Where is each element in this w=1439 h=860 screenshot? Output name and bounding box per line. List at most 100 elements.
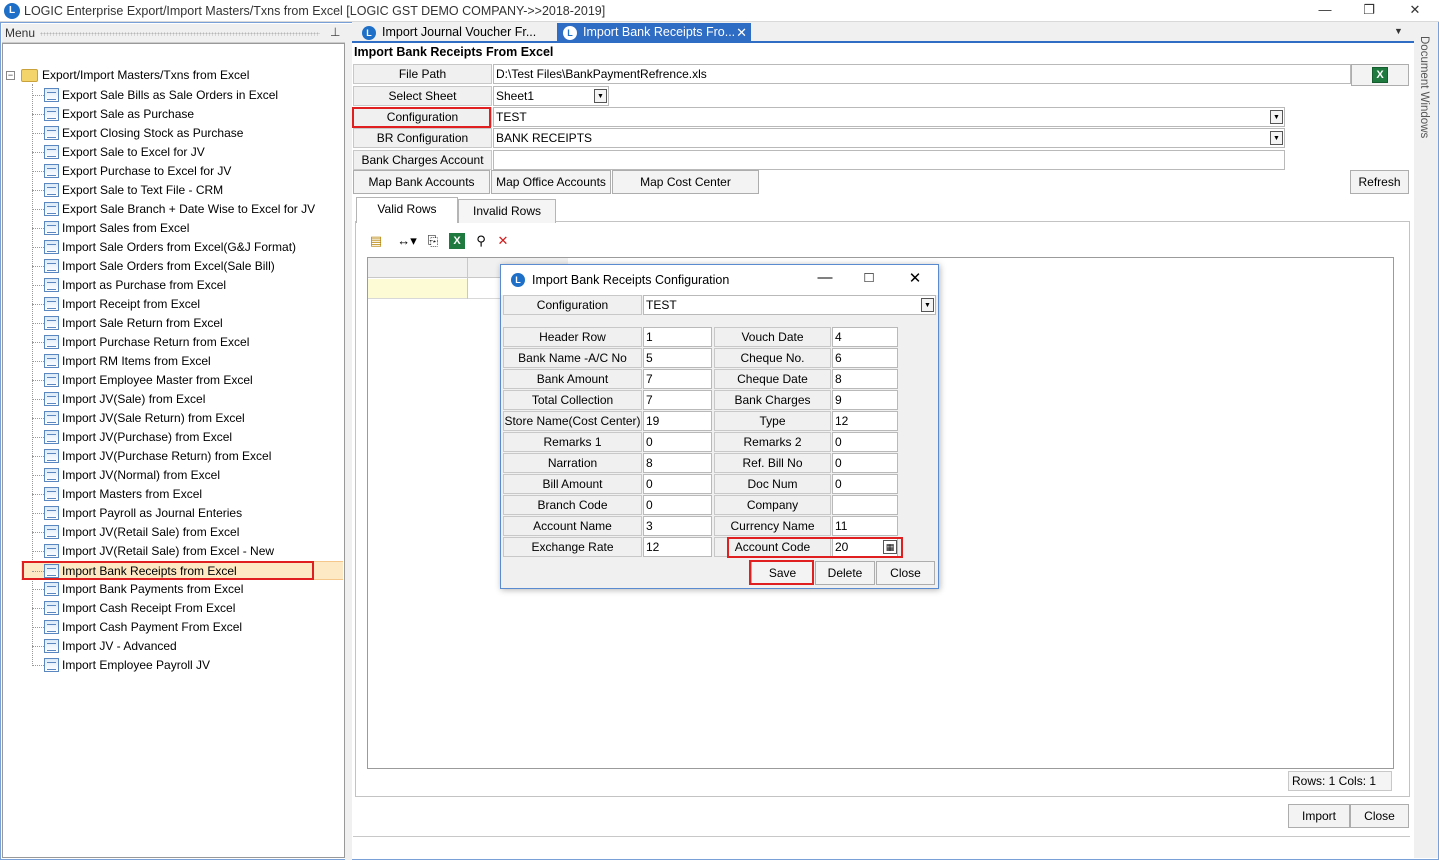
dialog-field-input[interactable]: 0: [832, 432, 898, 452]
tree-menu-item[interactable]: Import JV(Sale Return) from Excel: [21, 409, 343, 428]
dialog-minimize-button[interactable]: —: [810, 269, 840, 286]
restore-button[interactable]: ❐: [1347, 0, 1391, 22]
tab-import-journal-voucher[interactable]: L Import Journal Voucher Fr...: [356, 23, 558, 43]
copy-icon[interactable]: ⎘: [425, 233, 441, 249]
dialog-field-input[interactable]: 3: [643, 516, 712, 536]
map-office-accounts-button[interactable]: Map Office Accounts: [491, 170, 611, 194]
collapse-toggle-icon[interactable]: −: [6, 71, 15, 80]
chevron-down-icon[interactable]: ▼: [1270, 110, 1283, 124]
map-cost-center-button[interactable]: Map Cost Center: [612, 170, 759, 194]
dialog-field-input[interactable]: 8: [643, 453, 712, 473]
tab-import-bank-receipts[interactable]: L Import Bank Receipts Fro... ✕: [557, 23, 751, 43]
select-sheet-dropdown[interactable]: Sheet1 ▼: [493, 86, 609, 106]
tree-menu-item[interactable]: Import Sale Return from Excel: [21, 314, 343, 333]
excel-icon[interactable]: X: [449, 233, 465, 249]
tree-menu-item[interactable]: Import RM Items from Excel: [21, 352, 343, 371]
close-window-button[interactable]: ✕: [1393, 0, 1437, 22]
column-width-icon[interactable]: ↔▾: [395, 233, 419, 249]
tree-menu-item[interactable]: Import JV(Purchase) from Excel: [21, 428, 343, 447]
dialog-field-input[interactable]: 4: [832, 327, 898, 347]
tree-menu-item[interactable]: Import JV(Normal) from Excel: [21, 466, 343, 485]
tree-menu-item[interactable]: Import JV(Sale) from Excel: [21, 390, 343, 409]
tree-menu-item[interactable]: Export Sale as Purchase: [21, 105, 343, 124]
tree-menu-item[interactable]: Import Employee Payroll JV: [21, 656, 343, 675]
dialog-maximize-button[interactable]: □: [854, 269, 884, 286]
bank-charges-account-input[interactable]: [493, 150, 1285, 170]
tree-connector: [32, 475, 44, 476]
tree-menu-item[interactable]: Export Sale to Excel for JV: [21, 143, 343, 162]
tree-menu-item[interactable]: Import Receipt from Excel: [21, 295, 343, 314]
dialog-field-input[interactable]: 0: [643, 495, 712, 515]
dialog-field-input[interactable]: 1: [643, 327, 712, 347]
dialog-field-input[interactable]: 12: [643, 537, 712, 557]
dialog-field-input[interactable]: 12: [832, 411, 898, 431]
tree-menu-item[interactable]: Import JV - Advanced: [21, 637, 343, 656]
tree-menu-item[interactable]: Export Sale to Text File - CRM: [21, 181, 343, 200]
tree-menu-item[interactable]: Import Employee Master from Excel: [21, 371, 343, 390]
tree-menu-item[interactable]: Import as Purchase from Excel: [21, 276, 343, 295]
dialog-field-input[interactable]: 5: [643, 348, 712, 368]
refresh-button[interactable]: Refresh: [1350, 170, 1409, 194]
menu-panel-header: Menu ⊥: [2, 24, 345, 43]
configuration-dropdown[interactable]: TEST ▼: [493, 107, 1285, 127]
tree-menu-item[interactable]: Import JV(Retail Sale) from Excel: [21, 523, 343, 542]
chevron-down-icon[interactable]: ▼: [1270, 131, 1283, 145]
menu-splitter[interactable]: [345, 24, 352, 860]
dialog-field-input[interactable]: 8: [832, 369, 898, 389]
dialog-configuration-dropdown[interactable]: TEST ▼: [643, 295, 936, 315]
menu-header-grip[interactable]: [40, 32, 320, 36]
tree-menu-item[interactable]: Import Sales from Excel: [21, 219, 343, 238]
tree-menu-item[interactable]: Import JV(Retail Sale) from Excel - New: [21, 542, 343, 561]
tree-menu-item[interactable]: Export Purchase to Excel for JV: [21, 162, 343, 181]
tree-menu-item[interactable]: Export Closing Stock as Purchase: [21, 124, 343, 143]
dialog-field-input[interactable]: 7: [643, 369, 712, 389]
tree-menu-item[interactable]: Import JV(Purchase Return) from Excel: [21, 447, 343, 466]
tree-item-label: Import JV(Retail Sale) from Excel - New: [62, 544, 275, 558]
tab-dropdown-icon[interactable]: ▼: [1394, 26, 1403, 36]
file-path-input[interactable]: D:\Test Files\BankPaymentRefrence.xls: [493, 64, 1351, 84]
dialog-field-input[interactable]: 0: [832, 474, 898, 494]
dialog-close-form-button[interactable]: Close: [876, 561, 935, 585]
chevron-down-icon[interactable]: ▼: [921, 298, 934, 312]
dialog-field-input[interactable]: 0: [643, 432, 712, 452]
tree-menu-item[interactable]: Import Purchase Return from Excel: [21, 333, 343, 352]
tab-invalid-rows[interactable]: Invalid Rows: [458, 199, 556, 223]
form-document-icon: [44, 335, 59, 349]
form-document-icon: [44, 297, 59, 311]
export-icon[interactable]: ▤: [368, 233, 384, 249]
tree-menu-item[interactable]: Import Bank Payments from Excel: [21, 580, 343, 599]
dialog-field-input[interactable]: 9: [832, 390, 898, 410]
import-button[interactable]: Import: [1288, 804, 1350, 828]
chevron-down-icon[interactable]: ▼: [594, 89, 607, 103]
file-path-label: File Path: [353, 64, 492, 84]
tree-menu-item[interactable]: Import Payroll as Journal Enteries: [21, 504, 343, 523]
pin-icon[interactable]: ⊥: [330, 25, 340, 39]
tree-menu-item[interactable]: Import Cash Receipt From Excel: [21, 599, 343, 618]
tab-close-icon[interactable]: ✕: [736, 23, 747, 42]
close-page-button[interactable]: Close: [1350, 804, 1409, 828]
dialog-field-input[interactable]: 0: [643, 474, 712, 494]
tree-menu-item[interactable]: Import Sale Orders from Excel(G&J Format…: [21, 238, 343, 257]
minimize-button[interactable]: —: [1303, 0, 1347, 22]
document-windows-strip[interactable]: Document Windows: [1414, 22, 1438, 858]
tree-menu-item[interactable]: Import Cash Payment From Excel: [21, 618, 343, 637]
dialog-delete-button[interactable]: Delete: [815, 561, 875, 585]
tree-menu-item[interactable]: Export Sale Branch + Date Wise to Excel …: [21, 200, 343, 219]
tree-menu-item[interactable]: Import Sale Orders from Excel(Sale Bill): [21, 257, 343, 276]
browse-excel-button[interactable]: X: [1351, 64, 1409, 86]
delete-icon[interactable]: ✕: [495, 233, 511, 249]
dialog-field-input[interactable]: 19: [643, 411, 712, 431]
map-bank-accounts-button[interactable]: Map Bank Accounts: [353, 170, 490, 194]
grid-row[interactable]: [368, 279, 467, 299]
dialog-field-input[interactable]: 6: [832, 348, 898, 368]
tree-menu-item[interactable]: Export Sale Bills as Sale Orders in Exce…: [21, 86, 343, 105]
dialog-field-input[interactable]: 0: [832, 453, 898, 473]
dialog-field-input[interactable]: 7: [643, 390, 712, 410]
dialog-field-input[interactable]: [832, 495, 898, 515]
tree-menu-item[interactable]: Import Masters from Excel: [21, 485, 343, 504]
tab-valid-rows[interactable]: Valid Rows: [356, 197, 458, 223]
find-binoculars-icon[interactable]: ⚲: [473, 233, 489, 249]
br-configuration-dropdown[interactable]: BANK RECEIPTS ▼: [493, 128, 1285, 148]
dialog-close-button[interactable]: ✕: [900, 269, 930, 287]
dialog-field-input[interactable]: 11: [832, 516, 898, 536]
